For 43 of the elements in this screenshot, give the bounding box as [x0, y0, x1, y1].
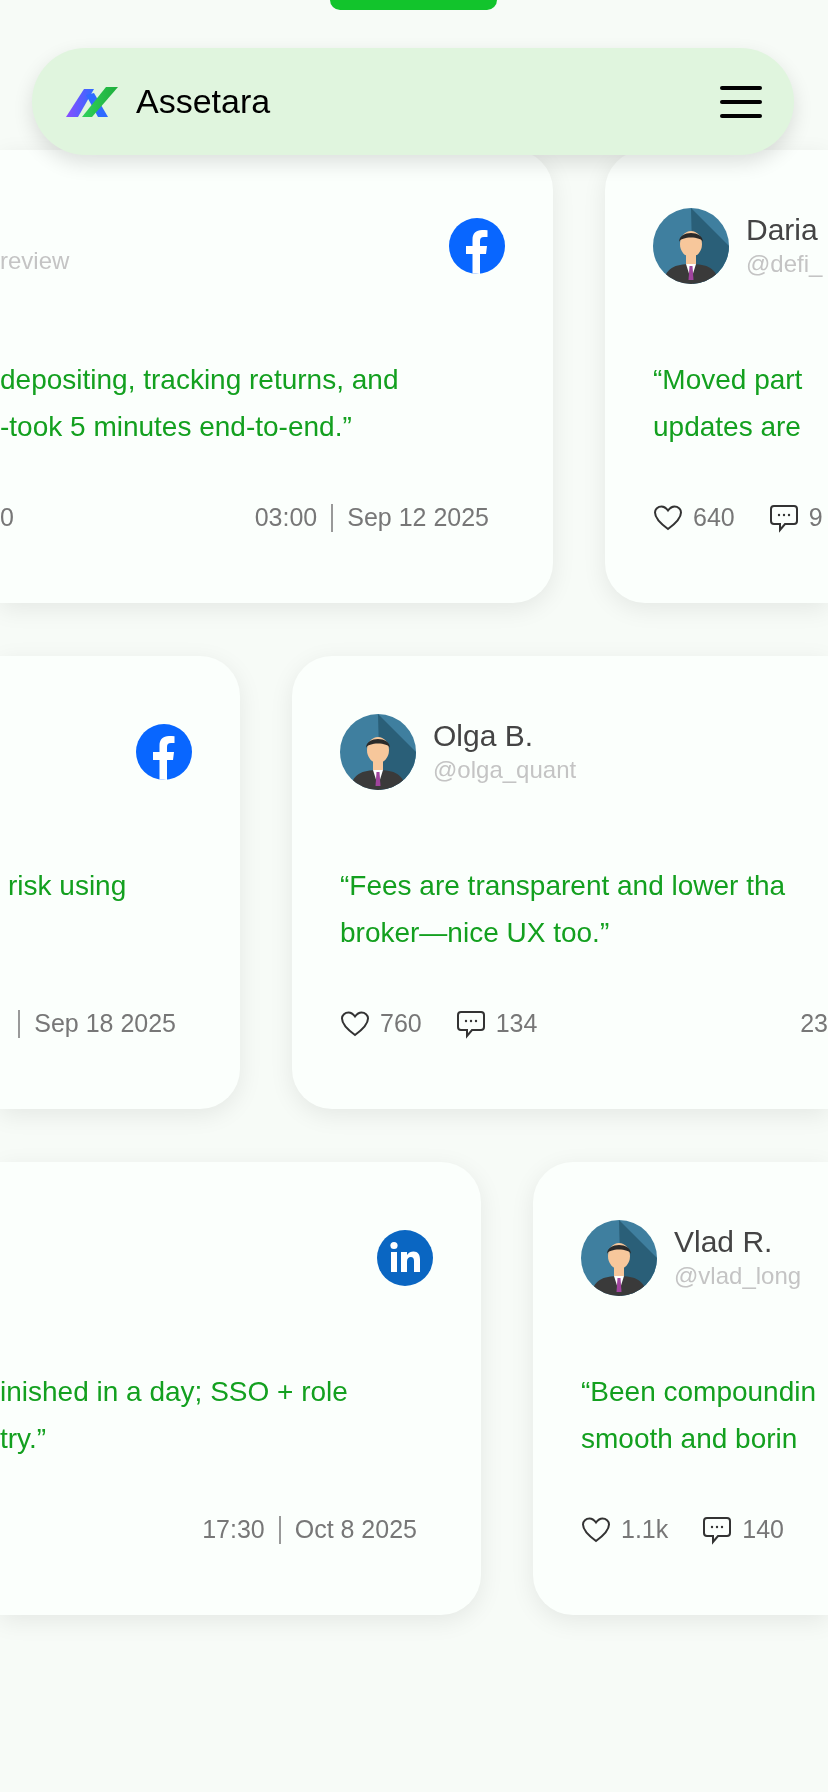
- comment-count: 9: [808, 502, 823, 534]
- heart-icon[interactable]: [581, 1516, 611, 1544]
- quote-text: updates are: [653, 410, 802, 444]
- user-handle: @defi_: [746, 249, 823, 279]
- heart-icon[interactable]: [340, 1010, 370, 1038]
- quote-text: try.”: [0, 1422, 48, 1456]
- quote-text: smooth and borin: [581, 1422, 799, 1456]
- quote-text: “Fees are transparent and lower tha: [340, 869, 787, 903]
- quote-text: “Been compoundin: [581, 1375, 818, 1409]
- facebook-icon: [136, 724, 192, 780]
- post-date: Oct 8 2025: [294, 1514, 417, 1546]
- facebook-icon: [449, 218, 505, 274]
- user-handle: @vlad_long: [674, 1261, 802, 1291]
- user-name: Daria: [746, 212, 819, 248]
- like-count: 640: [693, 502, 735, 534]
- post-date: Sep 12 2025: [347, 502, 489, 534]
- logo-icon: [64, 84, 120, 119]
- user-name: Vlad R.: [674, 1224, 774, 1260]
- user-handle: review: [0, 246, 70, 276]
- quote-text: “Moved part: [653, 363, 804, 397]
- comment-icon[interactable]: [768, 503, 799, 533]
- comment-count: 134: [495, 1008, 538, 1040]
- comment-icon[interactable]: [702, 1515, 733, 1545]
- like-count: 1.1k: [621, 1514, 669, 1546]
- quote-text: broker—nice UX too.”: [340, 916, 611, 950]
- quote-text: -took 5 minutes end-to-end.”: [0, 410, 353, 444]
- quote-text: inished in a day; SSO + role: [0, 1375, 349, 1409]
- post-date: Sep 18 2025: [34, 1008, 176, 1040]
- comment-count: 0: [0, 502, 14, 534]
- heart-icon[interactable]: [653, 504, 683, 532]
- comment-icon[interactable]: [455, 1009, 486, 1039]
- user-handle: @olga_quant: [433, 755, 577, 785]
- comment-count: 140: [742, 1514, 784, 1546]
- post-time: 17:30: [202, 1514, 265, 1546]
- quote-text: risk using: [8, 869, 128, 903]
- linkedin-icon: [377, 1230, 433, 1286]
- menu-icon[interactable]: [720, 85, 762, 118]
- like-count: 760: [380, 1008, 422, 1040]
- post-time: 23: [800, 1008, 828, 1040]
- quote-text: depositing, tracking returns, and: [0, 363, 400, 397]
- brand-name[interactable]: Assetara: [136, 76, 271, 127]
- post-time: 03:00: [254, 502, 318, 534]
- user-name: Olga B.: [433, 718, 535, 754]
